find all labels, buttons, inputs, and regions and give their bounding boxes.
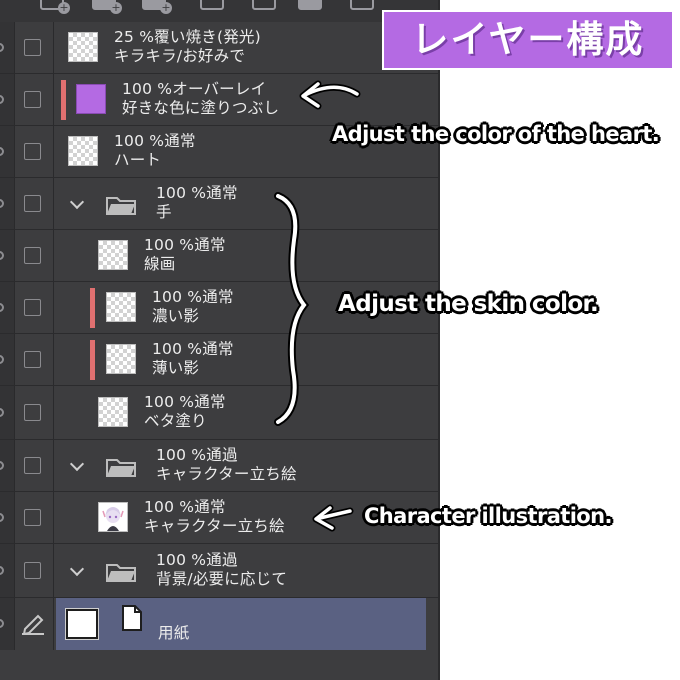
annotation-heart: Adjust the color of the heart. [332, 122, 660, 146]
curly-brace-icon [274, 192, 310, 426]
annotation-overlay [274, 80, 361, 532]
arrow-icon [312, 504, 354, 532]
annotation-skin: Adjust the skin color. [338, 291, 599, 317]
arrow-icon [299, 80, 361, 110]
annotation-character: Character illustration. [364, 504, 612, 528]
